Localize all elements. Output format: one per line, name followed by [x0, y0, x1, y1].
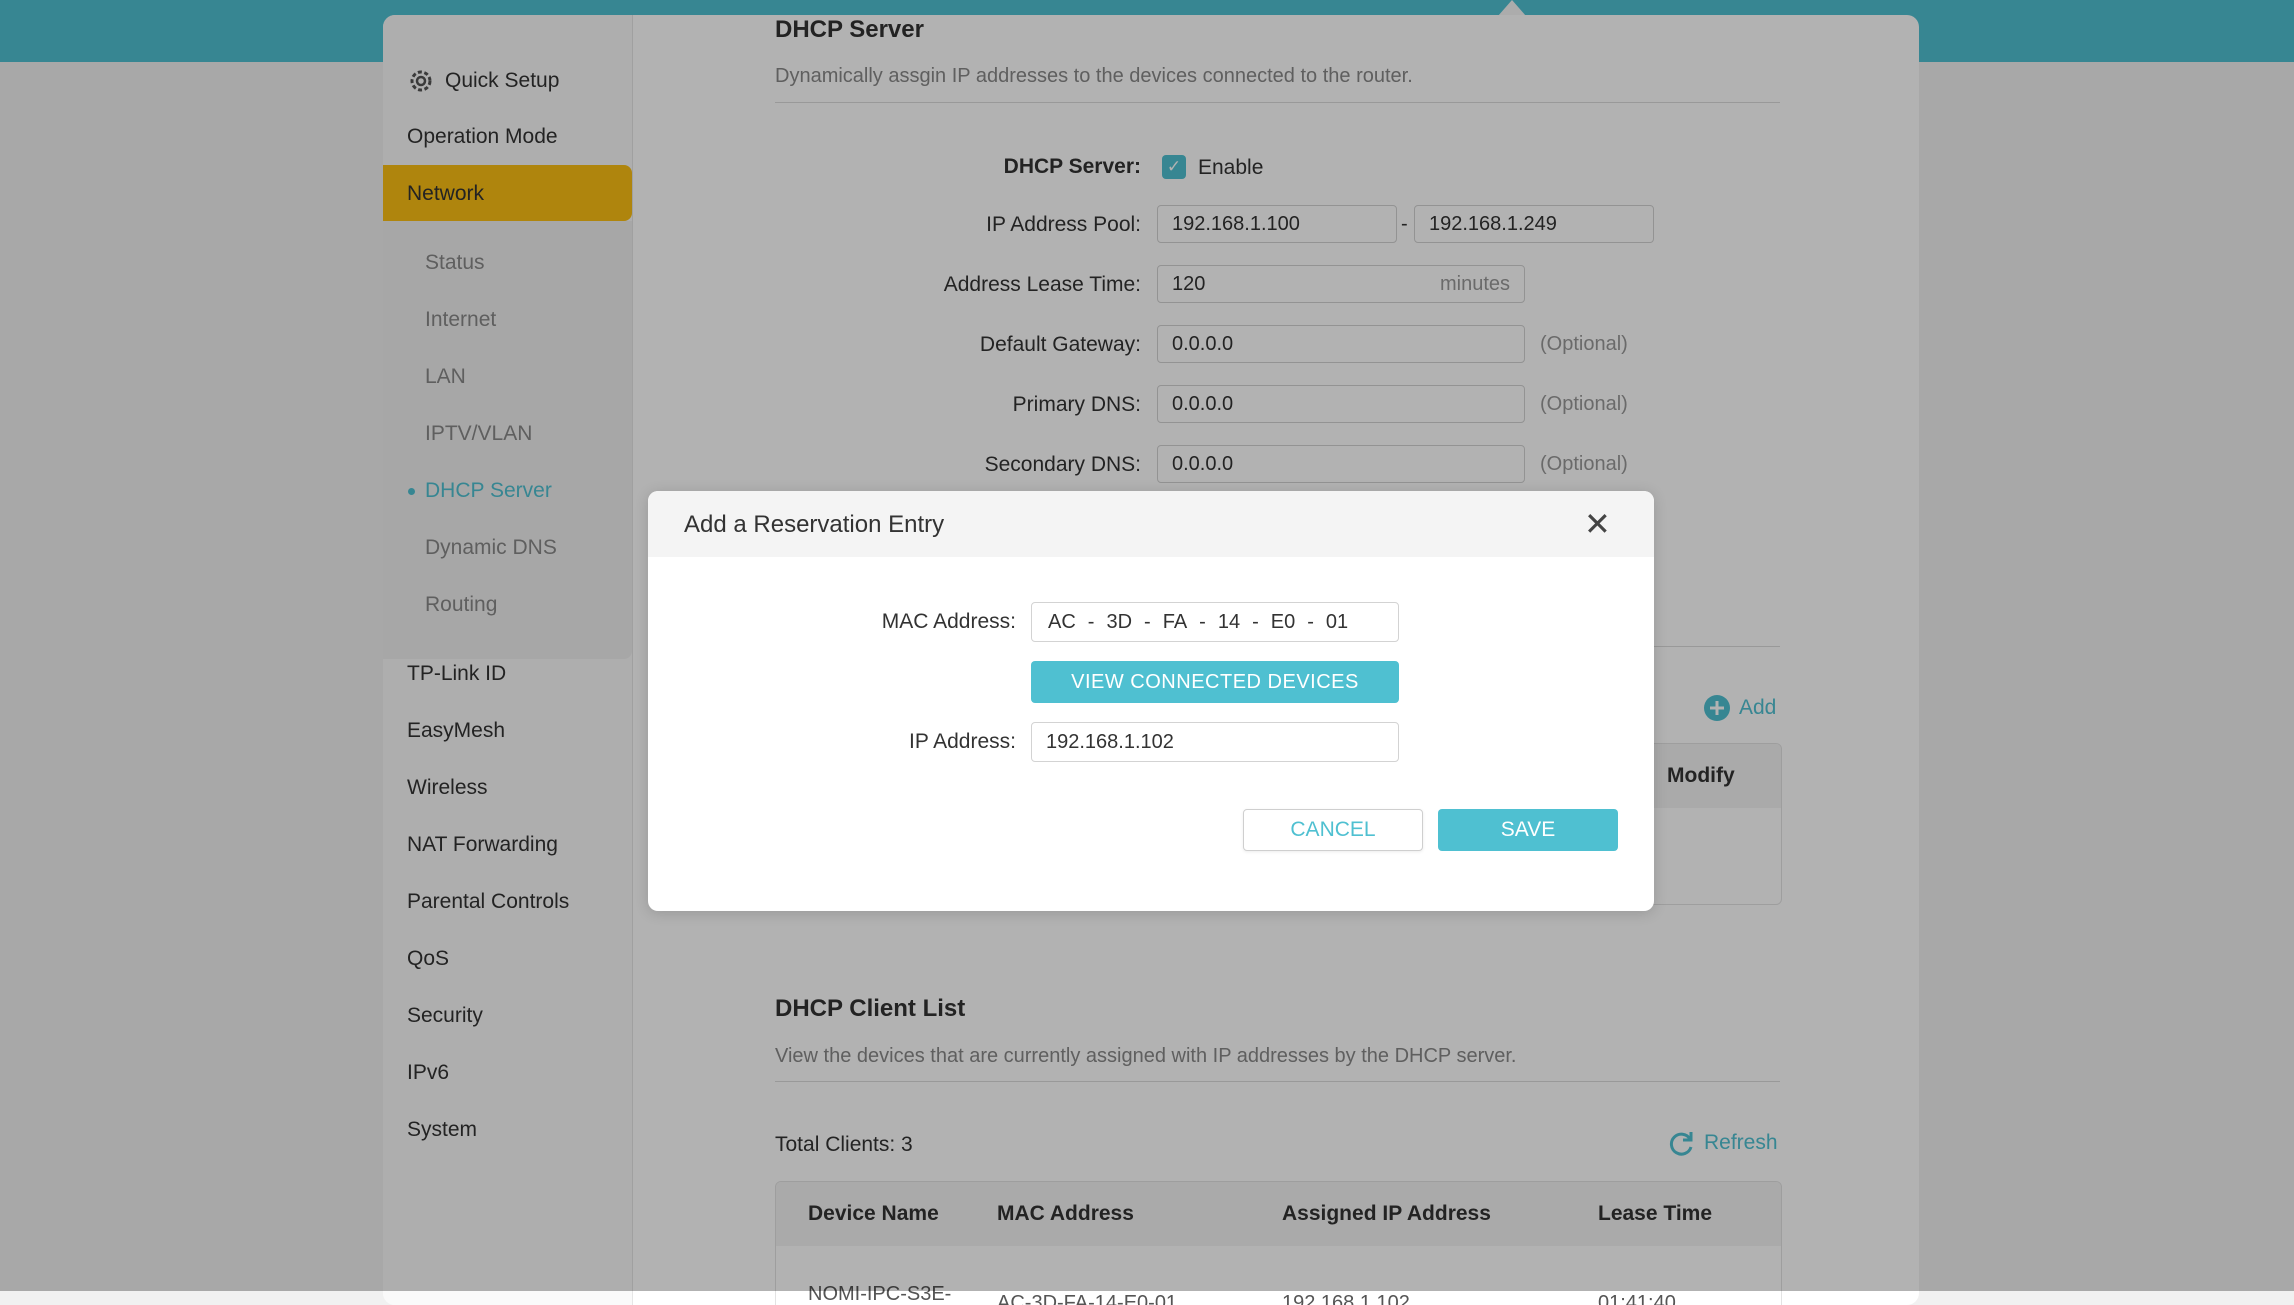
modal-title: Add a Reservation Entry: [684, 511, 945, 538]
table-cell: 192.168.1.102: [1282, 1292, 1410, 1305]
ip-address-label: IP Address:: [908, 730, 1016, 753]
field-value: 192.168.1.102: [1046, 730, 1174, 753]
mac-address-label: MAC Address:: [881, 610, 1016, 633]
reservation-modal: Add a Reservation Entry ✕ MAC Address: A…: [648, 491, 1654, 911]
mac-part[interactable]: 14: [1218, 611, 1240, 634]
mac-part[interactable]: E0: [1271, 611, 1295, 634]
view-connected-devices-button[interactable]: VIEW CONNECTED DEVICES: [1031, 661, 1399, 703]
mac-part[interactable]: AC: [1048, 611, 1076, 634]
mac-sep: -: [1144, 610, 1151, 633]
table-cell: 01:41:40: [1598, 1292, 1676, 1305]
mac-sep: -: [1199, 610, 1206, 633]
table-cell: AC-3D-FA-14-E0-01: [997, 1292, 1178, 1305]
mac-part[interactable]: 01: [1326, 611, 1348, 634]
mac-sep: -: [1252, 610, 1259, 633]
mac-sep: -: [1087, 610, 1095, 633]
ip-address-field[interactable]: 192.168.1.102: [1031, 722, 1399, 762]
save-button[interactable]: SAVE: [1438, 809, 1618, 851]
mac-part[interactable]: 3D: [1106, 611, 1132, 634]
mac-address-field[interactable]: AC - 3D - FA - 14- E0- 01: [1031, 602, 1399, 642]
mac-sep: -: [1307, 610, 1314, 633]
close-icon[interactable]: ✕: [1584, 505, 1611, 543]
mac-part[interactable]: FA: [1163, 611, 1187, 634]
cancel-button[interactable]: CANCEL: [1243, 809, 1423, 851]
